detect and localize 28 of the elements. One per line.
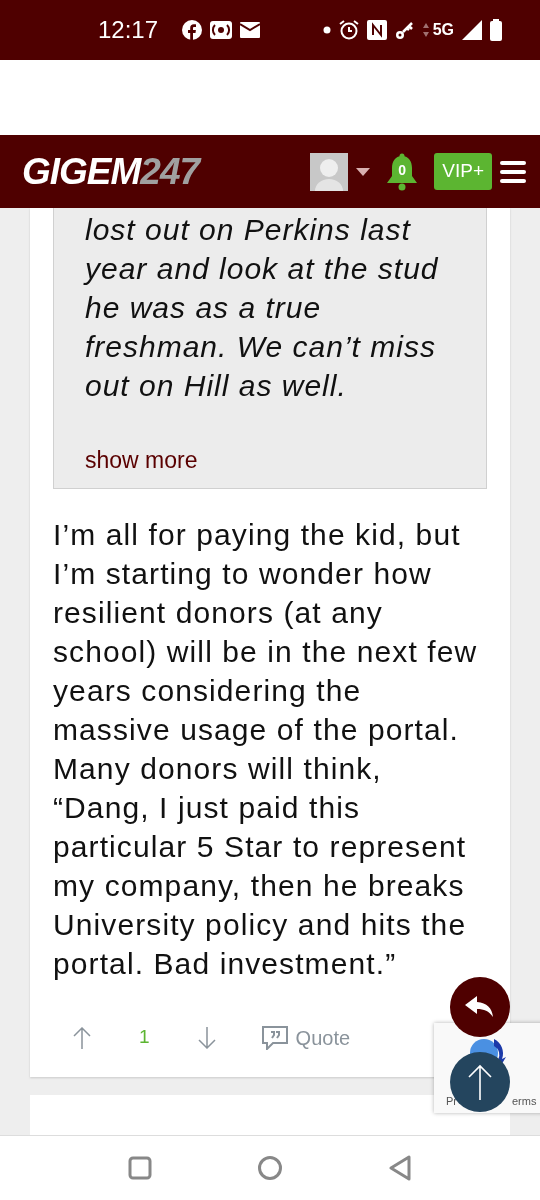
quoted-text: lost out on Perkins last year and look at the stud he was as a true freshman. We can’t miss out on Hill as well. [85,212,440,404]
post-text: I’m all for paying the kid, but I’m starting to wonder how resilient donors (at any school) will be in the next few years considering the massive usage of the portal. Many donors will think, “Dang, I just paid this particular 5 Star to represent my company, then he breaks University policy and hits the portal. Bad investment.” [53,516,479,982]
show-more-link[interactable]: show more [85,443,198,478]
recents-icon[interactable] [128,1156,152,1180]
downvote-icon[interactable] [197,1026,216,1049]
avatar-icon[interactable] [310,152,349,191]
facebook-icon [182,20,203,40]
alarm-icon [338,20,359,40]
speech-bubble-icon[interactable] [261,1025,288,1050]
dot-icon [322,26,331,34]
nfc-icon [366,20,387,40]
signal-icon [462,20,482,40]
broadcast-icon [210,21,233,39]
vote-count: 1 [139,1025,150,1050]
caret-icon[interactable] [356,167,371,176]
menu-icon[interactable] [500,160,526,183]
home-icon[interactable] [257,1155,283,1181]
reply-arrow-icon[interactable] [465,996,495,1018]
network-type: 5G [432,20,454,40]
mail-icon [240,22,261,38]
key-icon [394,20,415,40]
clock-time: 12:17 [98,15,159,45]
upvote-icon[interactable] [73,1026,91,1049]
back-icon[interactable] [388,1155,412,1181]
up-arrow-icon[interactable] [468,1064,492,1100]
battery-icon [490,19,502,41]
data-arrows-icon [422,23,429,37]
site-logo[interactable]: GIGEM247 [22,153,200,190]
